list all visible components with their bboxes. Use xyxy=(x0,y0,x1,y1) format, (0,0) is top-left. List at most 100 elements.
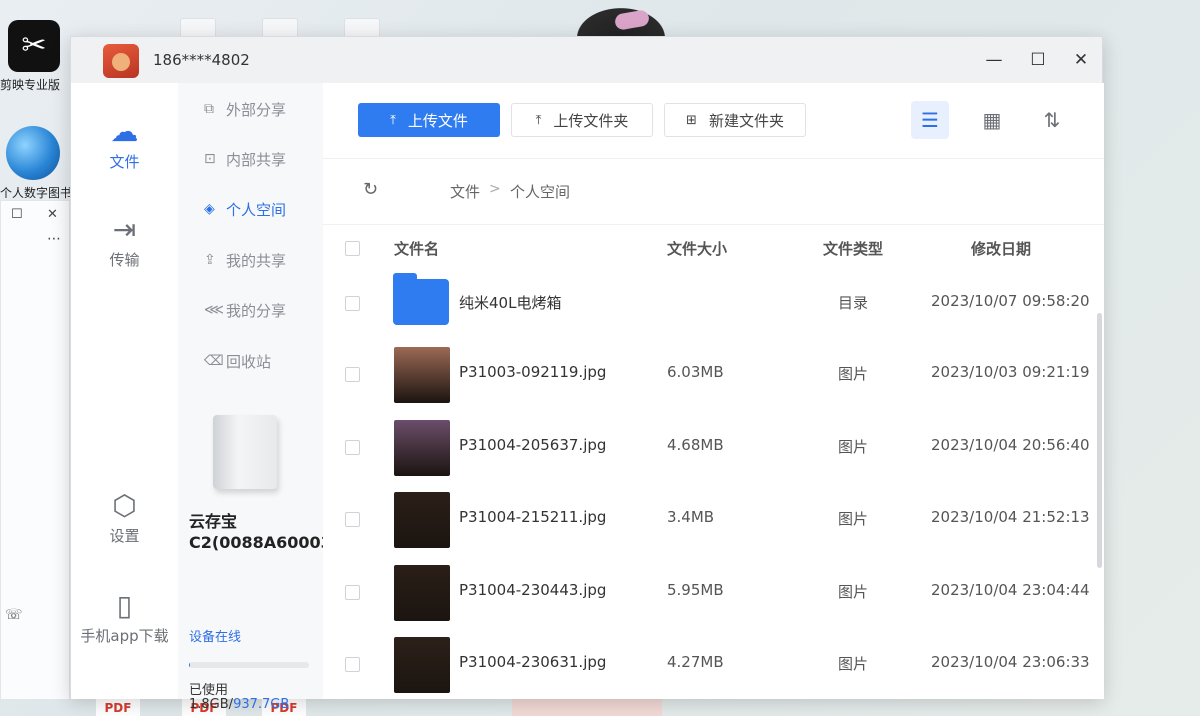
row-checkbox[interactable] xyxy=(345,585,360,600)
capcut-desktop-icon[interactable]: ✂ xyxy=(8,20,60,72)
upload-folder-button[interactable]: ⤒ 上传文件夹 xyxy=(511,103,653,137)
row-checkbox[interactable] xyxy=(345,367,360,382)
close-button[interactable]: ✕ xyxy=(1066,47,1096,73)
upload-file-label: 上传文件 xyxy=(407,111,468,130)
row-checkbox[interactable] xyxy=(345,296,360,311)
image-thumbnail xyxy=(394,420,450,476)
table-row[interactable]: P31004-230443.jpg 5.95MB 图片 2023/10/04 2… xyxy=(323,556,1104,628)
file-name[interactable]: 纯米40L电烤箱 xyxy=(459,292,561,313)
table-row[interactable]: P31004-230631.jpg 4.27MB 图片 2023/10/04 2… xyxy=(323,628,1104,700)
refresh-icon[interactable]: ↻ xyxy=(363,179,378,200)
file-size: 3.4MB xyxy=(667,508,715,526)
list-view-button[interactable]: ☰ xyxy=(911,101,949,139)
grid-view-button[interactable]: ▦ xyxy=(973,101,1011,139)
breadcrumb: ↻ 文件 > 个人空间 xyxy=(323,159,1104,225)
subnav-item-recycle-bin[interactable]: ⌫ 回收站 xyxy=(204,347,271,375)
row-checkbox[interactable] xyxy=(345,657,360,672)
upload-folder-label: 上传文件夹 xyxy=(553,111,629,130)
file-type: 图片 xyxy=(838,655,869,673)
file-name[interactable]: P31003-092119.jpg xyxy=(459,363,606,381)
list-view-icon: ☰ xyxy=(921,108,939,132)
file-type: 图片 xyxy=(838,510,869,528)
row-checkbox[interactable] xyxy=(345,440,360,455)
share-icon: ⋘ xyxy=(204,302,224,318)
rail-item-app-download[interactable]: ▯ 手机app下载 xyxy=(71,589,178,646)
upload-icon: ⤒ xyxy=(535,112,542,128)
subnav-item-label: 内部共享 xyxy=(226,150,287,169)
row-checkbox[interactable] xyxy=(345,512,360,527)
desktop-pdf-icon[interactable]: PDF xyxy=(96,698,140,716)
more-icon[interactable]: ⋯ xyxy=(47,231,61,247)
breadcrumb-separator: > xyxy=(489,181,501,197)
upload-icon: ⤒ xyxy=(390,112,396,128)
image-thumbnail xyxy=(394,492,450,548)
file-name[interactable]: P31004-230631.jpg xyxy=(459,653,606,671)
file-name[interactable]: P31004-205637.jpg xyxy=(459,436,606,454)
minimize-button[interactable]: — xyxy=(979,47,1009,73)
background-chat-window: ☐ ✕ ⋯ ☏ xyxy=(0,200,70,700)
column-header-date[interactable]: 修改日期 xyxy=(971,238,1031,259)
file-size: 6.03MB xyxy=(667,363,724,381)
new-folder-label: 新建文件夹 xyxy=(708,111,784,130)
rail-item-transfer[interactable]: ⇥ 传输 xyxy=(71,213,178,270)
account-number: 186****4802 xyxy=(153,51,250,69)
subnav-item-label: 个人空间 xyxy=(226,200,287,219)
rail-item-label: 文件 xyxy=(109,153,140,171)
sort-button[interactable]: ⇅ xyxy=(1033,101,1071,139)
phone-icon[interactable]: ☏ xyxy=(5,607,23,623)
my-share-icon: ⇪ xyxy=(204,252,216,268)
rail-item-files[interactable]: ☁ 文件 xyxy=(71,115,178,172)
maximize-button[interactable]: ☐ xyxy=(1023,47,1053,73)
table-row[interactable]: 纯米40L电烤箱 目录 2023/10/07 09:58:20 xyxy=(323,267,1104,339)
file-type: 图片 xyxy=(838,365,869,383)
background-photo xyxy=(565,0,677,38)
maximize-icon[interactable]: ☐ xyxy=(11,207,23,222)
transfer-icon: ⇥ xyxy=(112,213,137,246)
file-type: 图片 xyxy=(838,583,869,601)
file-date: 2023/10/04 21:52:13 xyxy=(931,508,1090,526)
folder-icon xyxy=(393,273,449,325)
file-name[interactable]: P31004-230443.jpg xyxy=(459,581,606,599)
close-icon[interactable]: ✕ xyxy=(47,207,58,222)
storage-usage-bar xyxy=(189,662,309,668)
secondary-nav: ⧉ 外部分享 ⊡ 内部共享 ◈ 个人空间 ⇪ 我的共享 ⋘ 我的分享 ⌫ 回收站… xyxy=(178,83,361,712)
subnav-item-personal-space[interactable]: ◈ 个人空间 xyxy=(204,195,286,223)
grid-view-icon: ▦ xyxy=(982,108,1002,132)
scrollbar[interactable] xyxy=(1097,313,1102,568)
column-header-name[interactable]: 文件名 xyxy=(394,238,439,259)
trash-icon: ⌫ xyxy=(204,353,224,369)
rail-item-label: 设置 xyxy=(109,527,140,545)
column-header-type[interactable]: 文件类型 xyxy=(823,238,883,259)
file-date: 2023/10/03 09:21:19 xyxy=(931,363,1090,381)
upload-file-button[interactable]: ⤒ 上传文件 xyxy=(358,103,500,137)
table-row[interactable]: P31004-205637.jpg 4.68MB 图片 2023/10/04 2… xyxy=(323,411,1104,483)
table-row[interactable]: P31003-092119.jpg 6.03MB 图片 2023/10/03 0… xyxy=(323,338,1104,410)
file-type: 图片 xyxy=(838,438,869,456)
rail-item-label: 传输 xyxy=(109,251,140,269)
subnav-item-my-shared[interactable]: ⇪ 我的共享 xyxy=(204,246,286,274)
storage-total: 937.7GB xyxy=(233,697,290,712)
storage-used: 1.8GB xyxy=(189,697,229,712)
storage-usage-text: 1.8GB/937.7GB xyxy=(189,697,289,712)
subnav-item-external-share[interactable]: ⧉ 外部分享 xyxy=(204,95,286,123)
digital-library-desktop-icon[interactable] xyxy=(6,126,60,180)
file-date: 2023/10/04 23:06:33 xyxy=(931,653,1090,671)
subnav-item-my-share[interactable]: ⋘ 我的分享 xyxy=(204,296,286,324)
new-folder-button[interactable]: ⊞ 新建文件夹 xyxy=(664,103,806,137)
breadcrumb-root[interactable]: 文件 xyxy=(450,181,480,202)
file-name[interactable]: P31004-215211.jpg xyxy=(459,508,606,526)
user-avatar[interactable] xyxy=(103,44,139,78)
column-header-size[interactable]: 文件大小 xyxy=(667,238,727,259)
rail-item-settings[interactable]: ⬡ 设置 xyxy=(71,489,178,546)
subnav-item-internal-share[interactable]: ⊡ 内部共享 xyxy=(204,145,286,173)
digital-library-desktop-label: 个人数字图书 xyxy=(0,186,70,200)
file-size: 4.27MB xyxy=(667,653,724,671)
subnav-item-label: 我的共享 xyxy=(226,251,287,270)
file-size: 4.68MB xyxy=(667,436,724,454)
storage-usage-fill xyxy=(189,662,191,668)
image-thumbnail xyxy=(394,347,450,403)
file-date: 2023/10/04 23:04:44 xyxy=(931,581,1090,599)
select-all-checkbox[interactable] xyxy=(345,241,360,256)
table-row[interactable]: P31004-215211.jpg 3.4MB 图片 2023/10/04 21… xyxy=(323,483,1104,555)
new-folder-icon: ⊞ xyxy=(686,112,697,128)
